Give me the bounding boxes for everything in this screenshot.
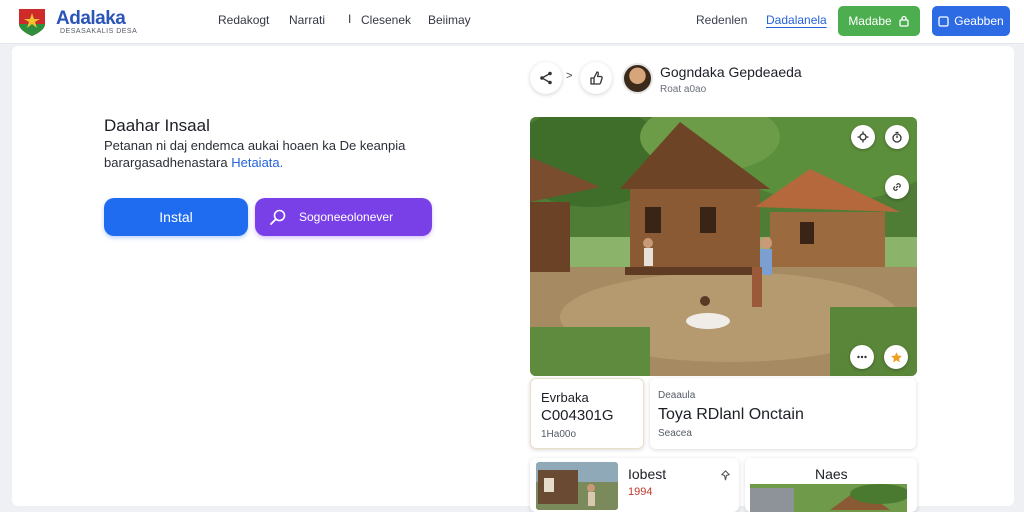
profile-avatar[interactable]: [622, 63, 653, 94]
nav-item-narrati[interactable]: Narrati: [289, 13, 325, 27]
card-a-value: C004301G: [541, 407, 614, 424]
checkbox-icon: [938, 15, 949, 27]
green-button-label: Madabe: [848, 14, 892, 28]
nav-link-dadalanela[interactable]: Dadalanela: [766, 13, 827, 27]
more-icon: [857, 355, 867, 359]
share-icon: [540, 71, 552, 85]
nav-item-clesenek[interactable]: Clesenek: [361, 13, 411, 27]
listing-thumbnail-1-illustration: [536, 462, 618, 510]
arrow-separator: >: [566, 70, 573, 82]
share-button[interactable]: [530, 62, 562, 94]
listing-card-2[interactable]: Naes: [745, 458, 917, 512]
timer-icon: [892, 131, 902, 143]
brand-name[interactable]: Adalaka: [56, 8, 126, 30]
nav-separator: I: [348, 12, 352, 26]
village-photo[interactable]: [530, 117, 917, 376]
photo-more-button[interactable]: [850, 345, 874, 369]
listing-thumbnail-1: [536, 462, 618, 510]
hero-title: Daahar Insaal: [104, 116, 210, 135]
hero-description: Petanan ni daj endemca aukai hoaen ka De…: [104, 137, 434, 171]
listing-1-title: Iobest: [628, 466, 667, 482]
green-action-button[interactable]: Madabe: [838, 6, 920, 36]
photo-link-button[interactable]: [885, 175, 909, 199]
village-photo-illustration: [530, 117, 917, 376]
blue-action-button[interactable]: Geabben: [932, 6, 1010, 36]
install-button[interactable]: Instal: [104, 198, 248, 236]
pin-icon: [720, 470, 731, 481]
photo-star-button[interactable]: [884, 345, 908, 369]
listing-2-title: Naes: [815, 466, 848, 482]
blue-button-label: Geabben: [954, 14, 1004, 28]
brand-tagline: DESASAKALIS DESA: [60, 28, 138, 35]
card-b-label: Deaaula: [658, 390, 696, 401]
like-button[interactable]: [580, 62, 612, 94]
card-b-meta: Seacea: [658, 428, 692, 439]
nav-item-beiimay[interactable]: Beiimay: [428, 13, 471, 27]
card-a-label: Evrbaka: [541, 390, 589, 405]
listing-thumbnail-2: [750, 484, 907, 512]
top-navigation-bar: Adalaka DESASAKALIS DESA Redakogt Narrat…: [0, 0, 1024, 44]
star-icon: [890, 351, 902, 362]
photo-settings-button[interactable]: [851, 125, 875, 149]
card-b-value: Toya RDlanl Onctain: [658, 406, 804, 423]
listing-card-1[interactable]: Iobest 1994: [530, 458, 739, 512]
hero-description-link[interactable]: Hetaiata.: [231, 155, 283, 170]
photo-timer-button[interactable]: [885, 125, 909, 149]
search-icon: [270, 209, 286, 225]
search-button[interactable]: Sogoneeolonever: [255, 198, 432, 236]
logo-icon[interactable]: [16, 6, 48, 38]
lock-icon: [899, 15, 909, 27]
profile-name[interactable]: Gogndaka Gepdeaeda: [660, 64, 802, 80]
settings-icon: [857, 131, 869, 143]
like-icon: [590, 71, 603, 85]
info-card-location[interactable]: Deaaula Toya RDlanl Onctain Seacea: [650, 378, 916, 449]
pin-button[interactable]: [720, 468, 731, 486]
nav-item-redakogt[interactable]: Redakogt: [218, 13, 269, 27]
listing-1-value: 1994: [628, 486, 653, 498]
link-icon: [893, 183, 901, 191]
profile-subtitle: Roat a0ao: [660, 84, 707, 95]
nav-link-redenlen[interactable]: Redenlen: [696, 13, 747, 27]
info-card-code[interactable]: Evrbaka C004301G 1Ha00o: [530, 378, 644, 449]
search-button-label: Sogoneeolonever: [299, 210, 394, 224]
card-a-meta: 1Ha00o: [541, 429, 577, 440]
